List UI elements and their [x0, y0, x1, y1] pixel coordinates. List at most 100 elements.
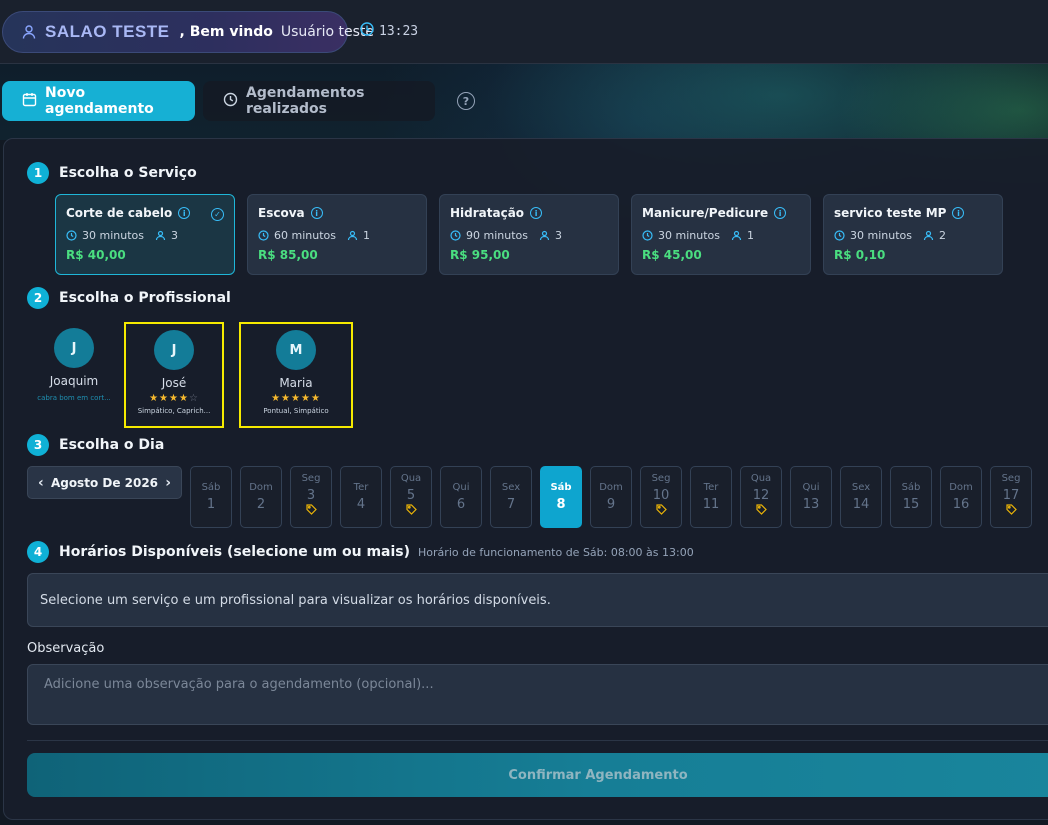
- day-weekday: Sex: [501, 482, 521, 493]
- tab-label: Novo agendamento: [45, 85, 154, 117]
- service-price: R$ 40,00: [66, 248, 126, 262]
- step-service-title: 1 Escolha o Serviço: [27, 162, 197, 184]
- calendar-day[interactable]: Dom 16: [940, 466, 982, 528]
- calendar-day[interactable]: Sáb 8: [540, 466, 582, 528]
- clock: 13:23: [360, 22, 418, 40]
- calendar-day[interactable]: Sáb 15: [890, 466, 932, 528]
- professional-card[interactable]: J José ★★★★☆ Simpático, Caprich...: [124, 322, 224, 428]
- step-day-title: 3 Escolha o Dia: [27, 434, 164, 456]
- day-weekday: Dom: [249, 482, 273, 493]
- day-weekday: Qui: [452, 482, 470, 493]
- avatar: J: [154, 330, 194, 370]
- day-number: 16: [952, 497, 970, 512]
- day-weekday: Ter: [353, 482, 369, 493]
- service-duration: 30 minutos: [82, 229, 144, 242]
- calendar-day[interactable]: Ter 11: [690, 466, 732, 528]
- person-icon: [347, 230, 358, 241]
- day-weekday: Dom: [599, 482, 623, 493]
- service-price: R$ 45,00: [642, 248, 702, 262]
- tag-icon: [741, 504, 781, 518]
- calendar-day[interactable]: Ter 4: [340, 466, 382, 528]
- service-professional-count: 1: [746, 229, 754, 242]
- day-number: 17: [1002, 488, 1020, 503]
- user-greeting: SALAO TESTE , Bem vindo Usuário teste: [2, 11, 374, 53]
- calendar-day[interactable]: Sex 7: [490, 466, 532, 528]
- person-icon: [155, 230, 166, 241]
- service-card[interactable]: Manicure/Pedicure i 30 minutos 1 R$ 45,00: [631, 194, 811, 275]
- professional-tags: Simpático, Caprich...: [137, 407, 211, 415]
- day-number: 3: [306, 488, 316, 503]
- tab-appointments-done[interactable]: Agendamentos realizados: [203, 81, 435, 121]
- clock-icon: [223, 92, 238, 111]
- info-icon[interactable]: i: [178, 207, 191, 219]
- tag-icon: [291, 504, 331, 518]
- day-weekday: Seg: [301, 473, 321, 484]
- step-label: Escolha o Profissional: [59, 290, 231, 306]
- calendar-day[interactable]: Seg 17: [990, 466, 1032, 528]
- star-rating: ★★★★☆: [149, 393, 199, 404]
- avatar: J: [54, 328, 94, 368]
- day-weekday: Sex: [851, 482, 871, 493]
- clock-icon: [258, 230, 269, 241]
- professional-card[interactable]: M Maria ★★★★★ Pontual, Simpático: [239, 322, 353, 428]
- service-name: Manicure/Pedicure: [642, 206, 769, 220]
- professional-card[interactable]: J Joaquim cabra bom em cort...: [24, 322, 124, 402]
- chevron-left-icon[interactable]: ‹: [38, 475, 44, 491]
- info-icon[interactable]: i: [774, 207, 787, 219]
- month-navigator: ‹ Agosto De 2026 ›: [27, 466, 182, 499]
- professional-name: José: [161, 376, 187, 390]
- service-professional-count: 3: [170, 229, 178, 242]
- help-icon[interactable]: ?: [457, 92, 475, 110]
- calendar-day[interactable]: Qua 12: [740, 466, 782, 528]
- clock-icon: [642, 230, 653, 241]
- calendar-day[interactable]: Sex 14: [840, 466, 882, 528]
- tag-icon: [991, 504, 1031, 518]
- service-name-row: servico teste MP i: [834, 206, 992, 220]
- step-number: 1: [27, 162, 49, 184]
- info-icon[interactable]: i: [530, 207, 543, 219]
- day-number: 9: [606, 497, 616, 512]
- service-name-row: Hidratação i: [450, 206, 608, 220]
- chevron-right-icon[interactable]: ›: [165, 475, 171, 491]
- calendar-day[interactable]: Sáb 1: [190, 466, 232, 528]
- calendar-day[interactable]: Qui 6: [440, 466, 482, 528]
- star-rating: ★★★★★: [271, 393, 321, 404]
- service-duration: 60 minutos: [274, 229, 336, 242]
- calendar-day[interactable]: Seg 3: [290, 466, 332, 528]
- service-price: R$ 0,10: [834, 248, 886, 262]
- clock-icon: [66, 230, 77, 241]
- step-label: Escolha o Serviço: [59, 165, 197, 181]
- day-weekday: Dom: [949, 482, 973, 493]
- service-meta: 30 minutos 3: [66, 229, 224, 242]
- observation-field[interactable]: [27, 664, 1048, 725]
- day-number: 14: [852, 497, 870, 512]
- day-number: 13: [802, 497, 820, 512]
- confirm-appointment-button[interactable]: Confirmar Agendamento: [27, 753, 1048, 797]
- calendar-day[interactable]: Qua 5: [390, 466, 432, 528]
- step-label: Horários Disponíveis (selecione um ou ma…: [59, 544, 411, 560]
- service-duration: 30 minutos: [850, 229, 912, 242]
- service-card[interactable]: Hidratação i 90 minutos 3 R$ 95,00: [439, 194, 619, 275]
- calendar-day[interactable]: Dom 9: [590, 466, 632, 528]
- professional-name: Joaquim: [49, 374, 99, 388]
- divider: [27, 740, 1048, 741]
- service-meta: 30 minutos 1: [642, 229, 800, 242]
- person-icon: [539, 230, 550, 241]
- tab-new-appointment[interactable]: Novo agendamento: [2, 81, 195, 121]
- day-number: 6: [456, 497, 466, 512]
- check-icon: ✓: [211, 208, 224, 221]
- info-icon[interactable]: i: [310, 207, 323, 219]
- service-card[interactable]: servico teste MP i 30 minutos 2 R$ 0,10: [823, 194, 1003, 275]
- service-name: Hidratação: [450, 206, 525, 220]
- calendar-day[interactable]: Dom 2: [240, 466, 282, 528]
- service-card[interactable]: Escova i 60 minutos 1 R$ 85,00: [247, 194, 427, 275]
- step-slots-title: 4 Horários Disponíveis (selecione um ou …: [27, 541, 694, 563]
- service-professional-count: 2: [938, 229, 946, 242]
- calendar-day[interactable]: Seg 10: [640, 466, 682, 528]
- service-name-row: Escova i: [258, 206, 416, 220]
- service-card[interactable]: Corte de cabelo i ✓ 30 minutos 3 R$ 40,00: [55, 194, 235, 275]
- info-icon[interactable]: i: [952, 207, 965, 219]
- avatar: M: [276, 330, 316, 370]
- calendar-day[interactable]: Qui 13: [790, 466, 832, 528]
- tab-label: Agendamentos realizados: [246, 85, 365, 117]
